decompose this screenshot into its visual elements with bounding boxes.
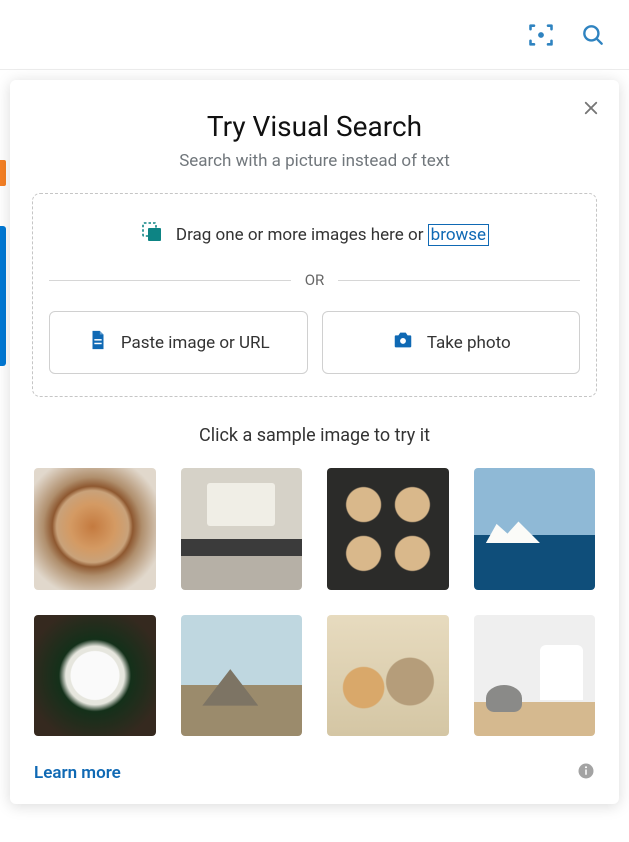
popup-footer: Learn more [32,762,597,784]
sample-image[interactable] [474,615,596,737]
sample-title: Click a sample image to try it [32,425,597,446]
drag-instruction: Drag one or more images here or browse [49,220,580,249]
sample-image[interactable] [327,615,449,737]
document-icon [87,329,109,356]
take-photo-button[interactable]: Take photo [322,311,581,374]
info-icon[interactable] [577,762,595,784]
paste-label: Paste image or URL [121,333,270,353]
paste-button[interactable]: Paste image or URL [49,311,308,374]
popup-subtitle: Search with a picture instead of text [32,151,597,171]
learn-more-link[interactable]: Learn more [34,763,121,783]
sample-image[interactable] [181,468,303,590]
sample-image[interactable] [474,468,596,590]
multi-image-icon [140,220,164,249]
sample-image[interactable] [34,615,156,737]
drag-text: Drag one or more images here or browse [176,225,489,245]
or-divider: OR [49,271,580,289]
sample-image[interactable] [327,468,449,590]
popup-title: Try Visual Search [32,110,597,143]
sample-image[interactable] [181,615,303,737]
background-panel [0,160,6,370]
top-bar [0,0,629,70]
or-text: OR [305,271,325,289]
browse-link[interactable]: browse [428,224,489,246]
search-icon[interactable] [573,15,613,55]
image-drop-zone[interactable]: Drag one or more images here or browse O… [32,193,597,397]
close-button[interactable] [579,96,603,120]
sample-image[interactable] [34,468,156,590]
visual-search-popup: Try Visual Search Search with a picture … [10,80,619,804]
photo-label: Take photo [427,333,511,353]
camera-icon [391,329,415,356]
sample-grid [32,468,597,736]
visual-search-icon[interactable] [521,15,561,55]
